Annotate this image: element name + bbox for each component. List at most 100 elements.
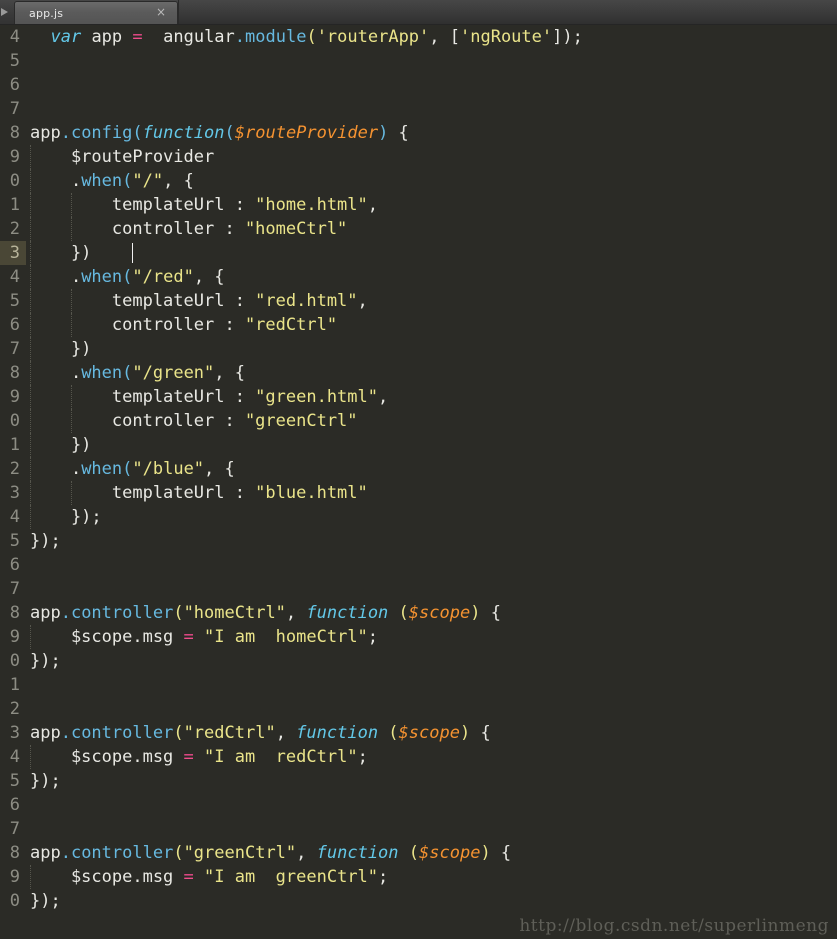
code-line[interactable]: 8 .when("/green", { bbox=[0, 361, 837, 385]
code-token: "redCtrl" bbox=[183, 723, 276, 743]
code-text[interactable]: }); bbox=[30, 529, 61, 553]
code-line[interactable]: 8 app.controller("homeCtrl", function ($s… bbox=[0, 601, 837, 625]
code-line[interactable]: 5}); bbox=[0, 529, 837, 553]
code-line[interactable]: 3 app.controller("redCtrl", function ($sc… bbox=[0, 721, 837, 745]
code-line[interactable]: 0 controller : "greenCtrl" bbox=[0, 409, 837, 433]
code-line[interactable]: 3 templateUrl : "blue.html" bbox=[0, 481, 837, 505]
code-line[interactable]: 7 bbox=[0, 97, 837, 121]
code-token: }); bbox=[30, 507, 102, 527]
editor-viewport[interactable]: 4 var app = angular.module('routerApp', … bbox=[0, 25, 837, 939]
code-line[interactable]: 0}); bbox=[0, 889, 837, 913]
code-line[interactable]: 8 app.config(function($routeProvider) { bbox=[0, 121, 837, 145]
code-line[interactable]: 1 templateUrl : "home.html", bbox=[0, 193, 837, 217]
code-token: ( bbox=[122, 171, 133, 191]
code-line[interactable]: 4 .when("/red", { bbox=[0, 265, 837, 289]
code-line[interactable]: 0}); bbox=[0, 649, 837, 673]
code-line[interactable]: 5 bbox=[0, 49, 837, 73]
code-text[interactable]: $scope.msg = "I am homeCtrl"; bbox=[30, 625, 378, 649]
triangle-left-icon[interactable] bbox=[0, 0, 14, 24]
code-token: when bbox=[81, 171, 123, 191]
line-number: 7 bbox=[9, 99, 20, 119]
code-token: $routeProvider bbox=[30, 147, 215, 167]
code-token: . bbox=[30, 363, 82, 383]
code-line[interactable]: 1 }) bbox=[0, 433, 837, 457]
code-editor-window: app.js × 4 var app = angular.module('rout… bbox=[0, 0, 837, 939]
code-token: "/" bbox=[132, 171, 164, 191]
code-text[interactable]: $scope.msg = "I am redCtrl"; bbox=[30, 745, 368, 769]
code-line[interactable]: 6 bbox=[0, 73, 837, 97]
code-token: ; bbox=[367, 627, 379, 647]
code-line[interactable]: 7 bbox=[0, 577, 837, 601]
code-line[interactable]: 2 .when("/blue", { bbox=[0, 457, 837, 481]
code-line[interactable]: 6 controller : "redCtrl" bbox=[0, 313, 837, 337]
code-line[interactable]: 4 $scope.msg = "I am redCtrl"; bbox=[0, 745, 837, 769]
close-icon[interactable]: × bbox=[153, 6, 169, 20]
code-line[interactable]: 1 bbox=[0, 673, 837, 697]
code-text[interactable]: }) bbox=[30, 241, 91, 265]
code-token: "red.html" bbox=[255, 291, 358, 311]
code-token: }); bbox=[30, 531, 61, 551]
code-line[interactable]: 6 bbox=[0, 793, 837, 817]
code-text[interactable]: templateUrl : "home.html", bbox=[30, 193, 378, 217]
code-text[interactable]: controller : "redCtrl" bbox=[30, 313, 337, 337]
code-line[interactable]: 4 var app = angular.module('routerApp', … bbox=[0, 25, 837, 49]
code-token: = bbox=[132, 27, 143, 47]
code-text[interactable]: .when("/", { bbox=[30, 169, 194, 193]
code-text[interactable]: }) bbox=[30, 433, 91, 457]
code-text[interactable]: app.config(function($routeProvider) { bbox=[30, 121, 409, 145]
code-line[interactable]: 9 $scope.msg = "I am homeCtrl"; bbox=[0, 625, 837, 649]
code-token: app bbox=[30, 603, 61, 623]
line-number: 9 bbox=[9, 147, 20, 167]
code-text[interactable]: app.controller("redCtrl", function ($sco… bbox=[30, 721, 491, 745]
code-text[interactable]: $scope.msg = "I am greenCtrl"; bbox=[30, 865, 388, 889]
editor-tab[interactable]: app.js × bbox=[14, 1, 178, 24]
code-text[interactable]: templateUrl : "red.html", bbox=[30, 289, 368, 313]
code-text[interactable]: }); bbox=[30, 649, 61, 673]
code-token: ) bbox=[470, 603, 481, 623]
code-text[interactable]: templateUrl : "blue.html" bbox=[30, 481, 368, 505]
code-line[interactable]: 0 .when("/", { bbox=[0, 169, 837, 193]
code-token: function bbox=[296, 723, 379, 743]
code-text[interactable]: .when("/green", { bbox=[30, 361, 245, 385]
code-line[interactable]: 3 }) bbox=[0, 241, 837, 265]
line-number: 8 bbox=[9, 843, 20, 863]
code-text[interactable]: $routeProvider bbox=[30, 145, 214, 169]
code-text[interactable]: }) bbox=[30, 337, 91, 361]
code-line[interactable]: 8 app.controller("greenCtrl", function ($… bbox=[0, 841, 837, 865]
code-line[interactable]: 4 }); bbox=[0, 505, 837, 529]
code-text[interactable]: controller : "homeCtrl" bbox=[30, 217, 347, 241]
code-text[interactable]: .when("/red", { bbox=[30, 265, 225, 289]
code-line[interactable]: 9 $routeProvider bbox=[0, 145, 837, 169]
code-token: "redCtrl" bbox=[244, 315, 338, 335]
code-text[interactable]: var app = angular.module('routerApp', ['… bbox=[30, 25, 582, 49]
code-line[interactable]: 7 }) bbox=[0, 337, 837, 361]
line-number: 5 bbox=[9, 291, 20, 311]
code-content[interactable]: 4 var app = angular.module('routerApp', … bbox=[0, 25, 837, 913]
code-text[interactable]: app.controller("greenCtrl", function ($s… bbox=[30, 841, 511, 865]
code-line[interactable]: 9 templateUrl : "green.html", bbox=[0, 385, 837, 409]
code-text[interactable]: controller : "greenCtrl" bbox=[30, 409, 358, 433]
code-text[interactable]: templateUrl : "green.html", bbox=[30, 385, 388, 409]
line-number: 9 bbox=[9, 867, 20, 887]
code-text[interactable]: }); bbox=[30, 505, 102, 529]
code-token: .controller bbox=[60, 723, 174, 743]
code-text[interactable]: app.controller("homeCtrl", function ($sc… bbox=[30, 601, 501, 625]
watermark-text: http://blog.csdn.net/superlinmeng bbox=[519, 916, 829, 936]
code-line[interactable]: 2 controller : "homeCtrl" bbox=[0, 217, 837, 241]
code-token: }) bbox=[30, 339, 92, 359]
code-line[interactable]: 9 $scope.msg = "I am greenCtrl"; bbox=[0, 865, 837, 889]
code-text[interactable]: }); bbox=[30, 769, 61, 793]
code-line[interactable]: 2 bbox=[0, 697, 837, 721]
line-number: 2 bbox=[9, 699, 20, 719]
line-number: 0 bbox=[9, 171, 20, 191]
line-number: 3 bbox=[9, 483, 20, 503]
code-line[interactable]: 7 bbox=[0, 817, 837, 841]
code-text[interactable]: }); bbox=[30, 889, 61, 913]
code-line[interactable]: 6 bbox=[0, 553, 837, 577]
code-token: $scope.msg bbox=[30, 627, 184, 647]
code-token: ( bbox=[398, 843, 420, 863]
code-text[interactable]: .when("/blue", { bbox=[30, 457, 235, 481]
code-line[interactable]: 5 templateUrl : "red.html", bbox=[0, 289, 837, 313]
code-line[interactable]: 5}); bbox=[0, 769, 837, 793]
